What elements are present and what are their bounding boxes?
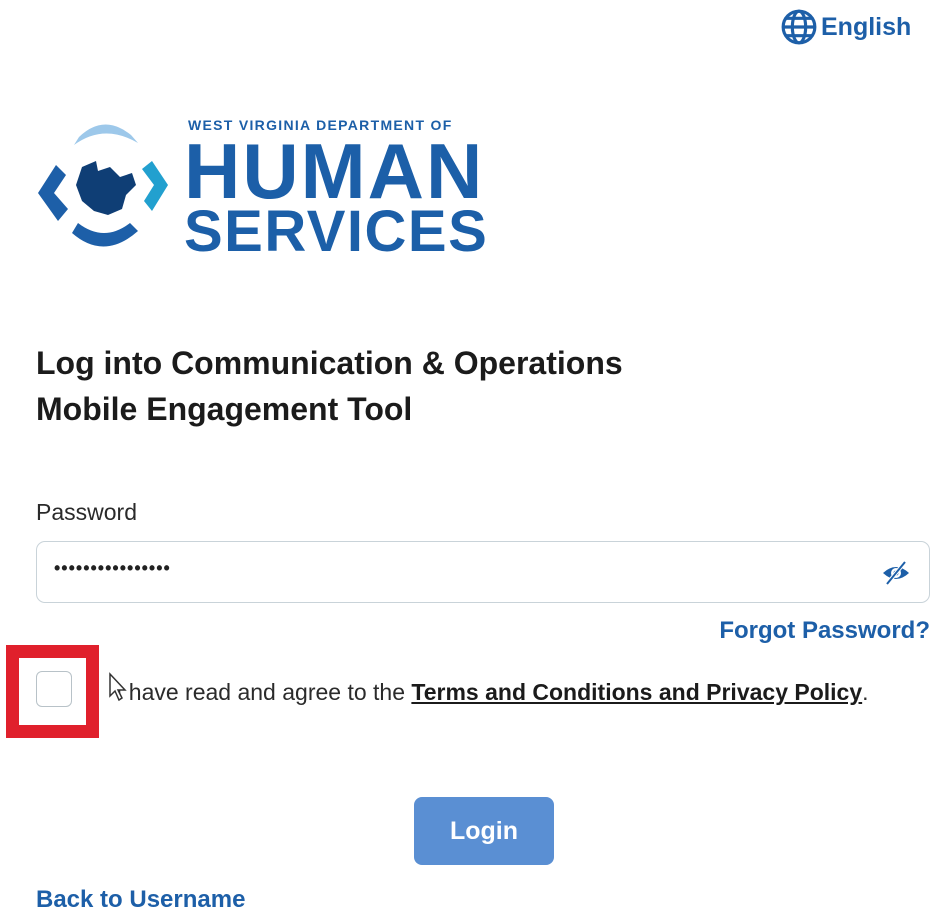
logo-line-2: SERVICES: [184, 199, 489, 264]
back-to-username-link[interactable]: Back to Username: [36, 886, 245, 914]
language-selector[interactable]: English: [780, 8, 911, 46]
page-title-line-2: Mobile Engagement Tool: [36, 391, 413, 427]
language-label: English: [821, 12, 912, 41]
dhs-logo: WEST VIRGINIA DEPARTMENT OF HUMAN SERVIC…: [34, 115, 494, 265]
highlight-box: [6, 645, 99, 738]
terms-text-after: .: [862, 679, 869, 705]
password-field[interactable]: ••••••••••••••••: [36, 541, 930, 603]
terms-link[interactable]: Terms and Conditions and Privacy Policy: [411, 679, 862, 705]
globe-icon: [781, 9, 817, 45]
page-title-line-1: Log into Communication & Operations: [36, 345, 623, 381]
logo-mark: [38, 124, 168, 247]
terms-text: I have read and agree to the Terms and C…: [36, 674, 886, 710]
terms-text-before: I have read and agree to the: [116, 679, 412, 705]
mouse-pointer-icon: [109, 672, 127, 702]
eye-slash-icon[interactable]: [881, 560, 911, 586]
terms-agreement: I have read and agree to the Terms and C…: [0, 640, 932, 750]
login-button[interactable]: Login: [414, 797, 554, 865]
page-title: Log into Communication & Operations Mobi…: [36, 340, 623, 432]
password-label: Password: [36, 499, 137, 525]
password-value: ••••••••••••••••: [54, 558, 171, 578]
